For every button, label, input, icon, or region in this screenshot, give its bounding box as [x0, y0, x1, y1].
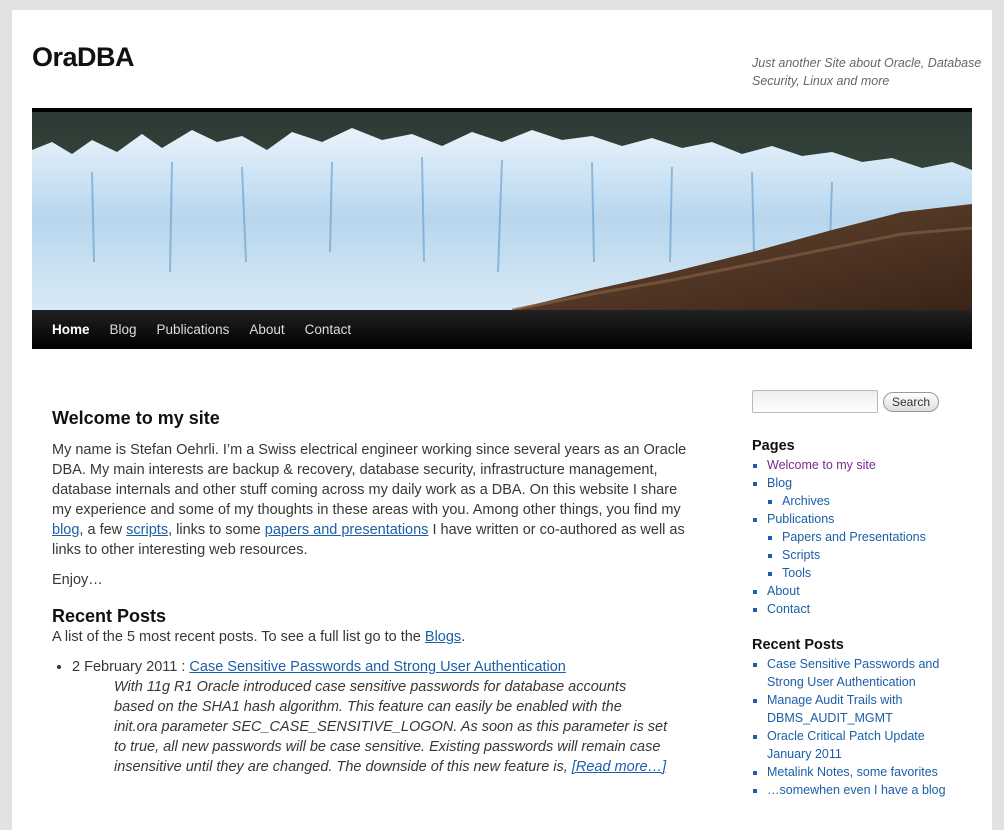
post-title-link[interactable]: Case Sensitive Passwords and Strong User…	[189, 659, 565, 675]
list-item: Oracle Critical Patch Update January 201…	[767, 727, 972, 763]
intro-text-1: My name is Stefan Oehrli. I’m a Swiss el…	[52, 442, 687, 518]
list-item: Scripts	[782, 546, 972, 564]
blog-subpages: Archives	[767, 492, 972, 510]
recent-posts-intro: A list of the 5 most recent posts. To se…	[52, 627, 692, 647]
sidebar: Search Pages Welcome to my site Blog Arc…	[752, 390, 972, 817]
list-item: Welcome to my site	[767, 456, 972, 474]
post-date: 2 February 2011 :	[72, 659, 190, 675]
main-navigation: Home Blog Publications About Contact	[32, 310, 972, 349]
recent-post-link[interactable]: Metalink Notes, some favorites	[767, 765, 938, 779]
intro-text-3: , links to some	[168, 522, 265, 538]
recent-posts-heading: Recent Posts	[52, 606, 167, 626]
nav-home[interactable]: Home	[42, 322, 100, 337]
enjoy-text: Enjoy…	[52, 572, 103, 588]
nav-about[interactable]: About	[239, 322, 294, 337]
page-title: Welcome to my site	[52, 408, 220, 428]
list-item: About	[767, 582, 972, 600]
blogs-link[interactable]: Blogs	[425, 629, 461, 645]
page-link-about[interactable]: About	[767, 584, 800, 598]
recent-intro-text: A list of the 5 most recent posts. To se…	[52, 629, 425, 645]
page-link-welcome[interactable]: Welcome to my site	[767, 458, 876, 472]
intro-paragraph: My name is Stefan Oehrli. I’m a Swiss el…	[52, 440, 692, 560]
list-item: …somewhen even I have a blog	[767, 781, 972, 799]
scripts-link[interactable]: scripts	[126, 522, 168, 538]
page: OraDBA Just another Site about Oracle, D…	[12, 10, 992, 830]
page-link-publications[interactable]: Publications	[767, 512, 834, 526]
page-link-blog[interactable]: Blog	[767, 476, 792, 490]
recent-intro-end: .	[461, 629, 466, 645]
list-item: Publications Papers and Presentations Sc…	[767, 510, 972, 582]
list-item: Blog Archives	[767, 474, 972, 510]
publications-subpages: Papers and Presentations Scripts Tools	[767, 528, 972, 582]
main-content: Welcome to my site My name is Stefan Oeh…	[52, 408, 692, 777]
list-item: Archives	[782, 492, 972, 510]
site-title[interactable]: OraDBA	[32, 42, 135, 73]
page-link-contact[interactable]: Contact	[767, 602, 810, 616]
post-excerpt: With 11g R1 Oracle introduced case sensi…	[72, 677, 668, 777]
nav-publications[interactable]: Publications	[147, 322, 240, 337]
sidebar-recent-list: Case Sensitive Passwords and Strong User…	[752, 655, 972, 799]
pages-list: Welcome to my site Blog Archives Publica…	[752, 456, 972, 618]
page-link-scripts[interactable]: Scripts	[782, 548, 820, 562]
recent-post-link[interactable]: Case Sensitive Passwords and Strong User…	[767, 657, 939, 689]
nav-contact[interactable]: Contact	[295, 322, 362, 337]
list-item: Papers and Presentations	[782, 528, 972, 546]
search-button[interactable]: Search	[883, 391, 940, 412]
sidebar-recent-heading: Recent Posts	[752, 637, 844, 653]
list-item: Tools	[782, 564, 972, 582]
intro-text-2: , a few	[79, 522, 127, 538]
list-item: Case Sensitive Passwords and Strong User…	[767, 655, 972, 691]
recent-post-link[interactable]: …somewhen even I have a blog	[767, 783, 946, 797]
recent-post-link[interactable]: Oracle Critical Patch Update January 201…	[767, 729, 925, 761]
list-item: Manage Audit Trails with DBMS_AUDIT_MGMT	[767, 691, 972, 727]
recent-post-list: 2 February 2011 : Case Sensitive Passwor…	[52, 657, 692, 777]
list-item: 2 February 2011 : Case Sensitive Passwor…	[72, 657, 692, 777]
search-form: Search	[752, 390, 972, 413]
blog-link[interactable]: blog	[52, 522, 79, 538]
recent-post-link[interactable]: Manage Audit Trails with DBMS_AUDIT_MGMT	[767, 693, 903, 725]
list-item: Contact	[767, 600, 972, 618]
read-more-link[interactable]: [Read more…]	[572, 759, 666, 775]
search-input[interactable]	[752, 390, 878, 413]
header-image	[32, 108, 972, 310]
site-description: Just another Site about Oracle, Database…	[752, 56, 982, 88]
page-link-papers[interactable]: Papers and Presentations	[782, 530, 926, 544]
nav-blog[interactable]: Blog	[100, 322, 147, 337]
pages-heading: Pages	[752, 438, 795, 454]
page-link-tools[interactable]: Tools	[782, 566, 811, 580]
papers-link[interactable]: papers and presentations	[265, 522, 429, 538]
page-link-archives[interactable]: Archives	[782, 494, 830, 508]
list-item: Metalink Notes, some favorites	[767, 763, 972, 781]
